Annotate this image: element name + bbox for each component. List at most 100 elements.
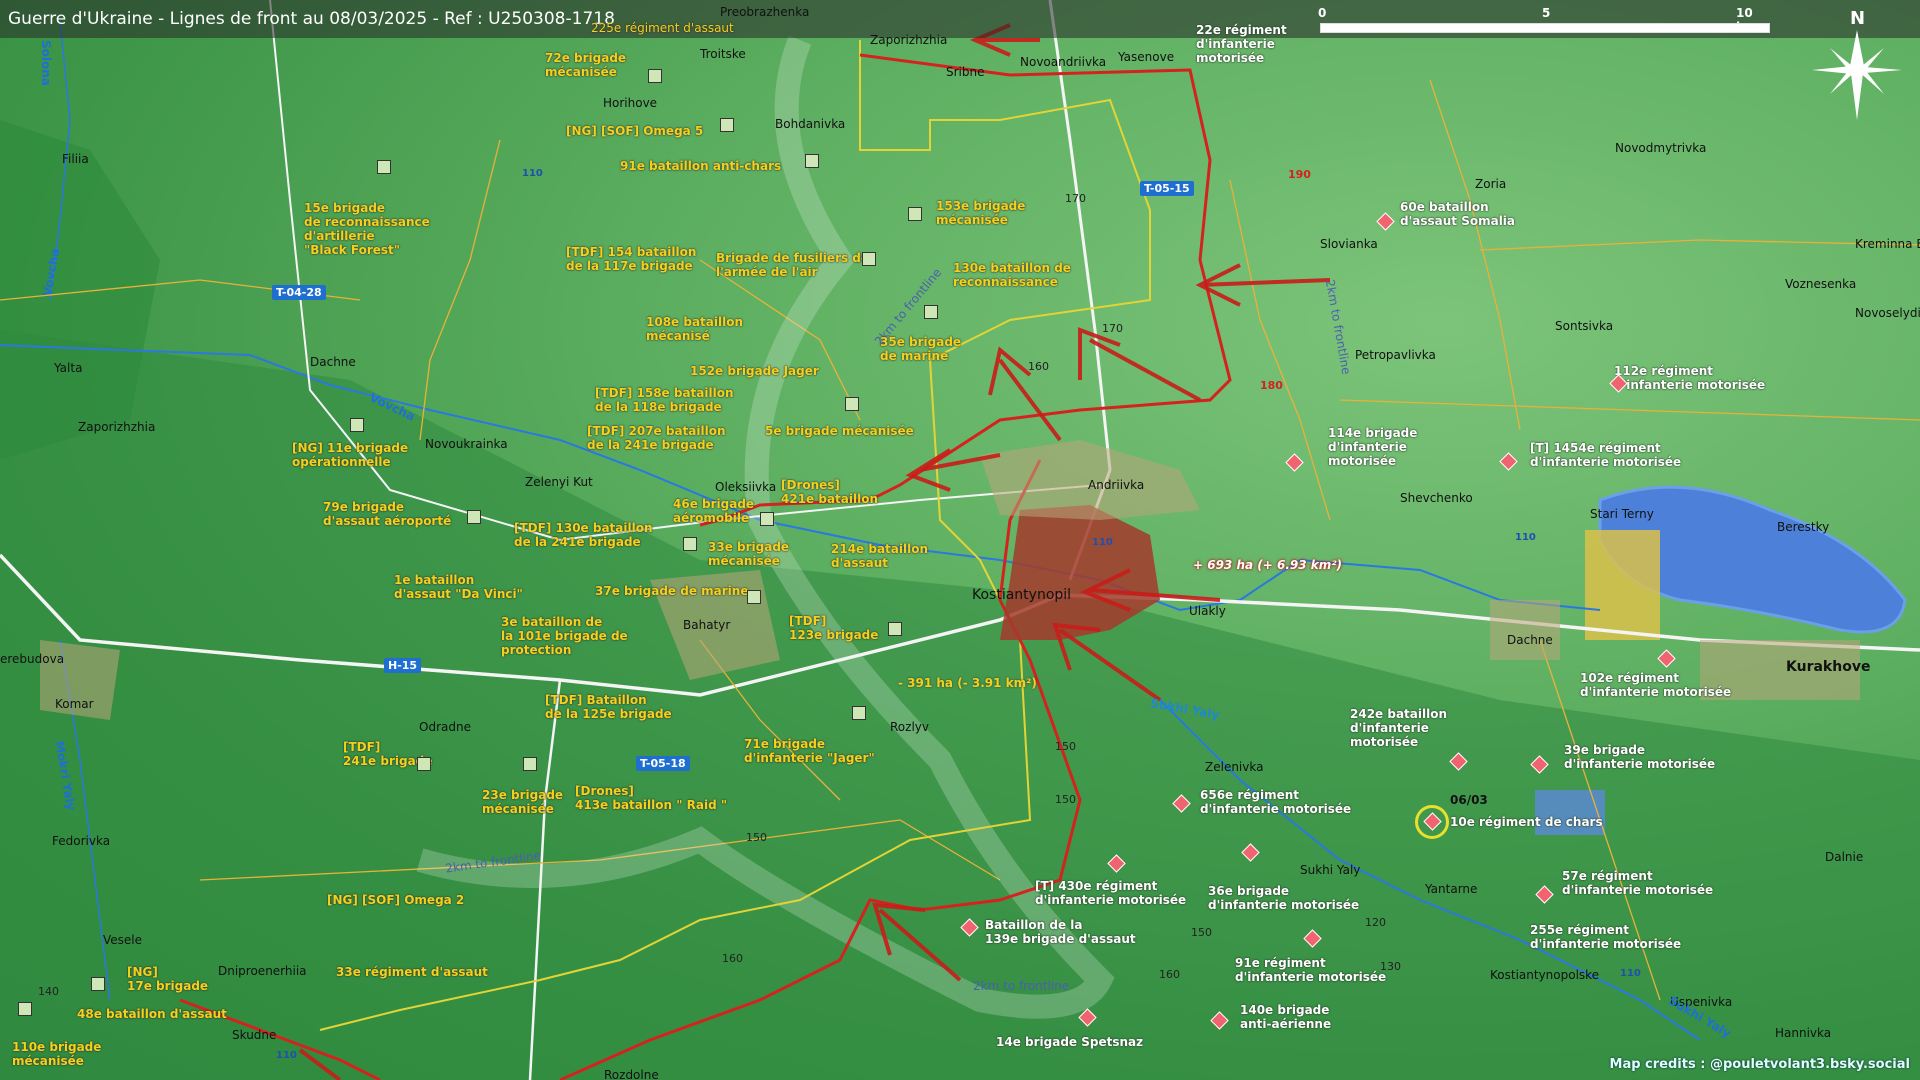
ua-unit-label[interactable]: 153e brigade mécanisée [936, 199, 1025, 227]
ua-unit-symbol[interactable] [924, 305, 938, 319]
ua-unit-symbol[interactable] [91, 977, 105, 991]
place-slovianka[interactable]: Slovianka [1320, 237, 1378, 251]
ua-unit-symbol[interactable] [18, 1002, 32, 1016]
map-canvas[interactable]: Guerre d'Ukraine - Lignes de front au 08… [0, 0, 1920, 1080]
ua-unit-label[interactable]: 72e brigade mécanisée [545, 51, 626, 79]
place-horihove[interactable]: Horihove [603, 96, 657, 110]
place-fedorivka[interactable]: Fedorivka [52, 834, 110, 848]
place-yalta[interactable]: Yalta [54, 361, 82, 375]
ua-unit-label[interactable]: 3e bataillon de la 101e brigade de protect… [501, 615, 628, 657]
place-zelenivka[interactable]: Zelenivka [1205, 760, 1263, 774]
ua-unit-label[interactable]: 15e brigade de reconnaissance d'artillerie… [304, 201, 430, 257]
ua-unit-label[interactable]: [Drones] 413e bataillon " Raid " [575, 784, 727, 812]
place-zoria[interactable]: Zoria [1475, 177, 1506, 191]
place-novoandriivka[interactable]: Novoandriivka [1020, 55, 1106, 69]
place-ulakly[interactable]: Ulakly [1189, 604, 1226, 618]
ru-unit-label[interactable]: 242e bataillon d'infanterie motorisée [1350, 707, 1447, 749]
place-rozlyv[interactable]: Rozlyv [890, 720, 929, 734]
ua-unit-label[interactable]: [TDF] 154 bataillon de la 117e brigade [566, 245, 696, 273]
ua-unit-label[interactable]: Brigade de fusiliers de l'armée de l'air [716, 251, 869, 279]
ua-unit-symbol[interactable] [908, 207, 922, 221]
ru-unit-label[interactable]: 656e régiment d'infanterie motorisée [1200, 788, 1351, 816]
place-oleksiivka[interactable]: Oleksiivka [715, 480, 776, 494]
ua-unit-symbol[interactable] [805, 154, 819, 168]
place-kreminna[interactable]: Kreminna Ba [1855, 237, 1920, 251]
ua-unit-label[interactable]: 35e brigade de marine [880, 335, 961, 363]
place-yasenove[interactable]: Yasenove [1118, 50, 1174, 64]
place-odradne[interactable]: Odradne [419, 720, 471, 734]
ru-unit-label[interactable]: Bataillon de la 139e brigade d'assaut [985, 918, 1136, 946]
ua-unit-label[interactable]: 91e bataillon anti-chars [620, 159, 781, 173]
ua-unit-label[interactable]: 214e bataillon d'assaut [831, 542, 928, 570]
ru-unit-label[interactable]: 112e régiment d'infanterie motorisée [1614, 364, 1765, 392]
ua-unit-label[interactable]: [NG] [SOF] Omega 2 [327, 893, 464, 907]
ua-unit-label[interactable]: 37e brigade de marine [595, 584, 748, 598]
ua-unit-symbol[interactable] [377, 160, 391, 174]
ua-unit-label[interactable]: [Drones] 421e bataillon [781, 478, 878, 506]
ua-unit-label[interactable]: [NG] [SOF] Omega 5 [566, 124, 703, 138]
ua-unit-label[interactable]: 130e bataillon de reconnaissance [953, 261, 1071, 289]
ua-unit-symbol[interactable] [852, 706, 866, 720]
place-filiia[interactable]: Filiia [62, 152, 89, 166]
place-novoselydi[interactable]: Novoselydi [1855, 306, 1920, 320]
ua-unit-symbol[interactable] [862, 252, 876, 266]
place-dachne-east[interactable]: Dachne [1507, 633, 1553, 647]
ua-unit-label[interactable]: 33e brigade mécanisée [708, 540, 789, 568]
ua-unit-symbol[interactable] [888, 622, 902, 636]
ua-unit-label[interactable]: [NG] 11e brigade opérationnelle [292, 441, 408, 469]
ua-unit-symbol[interactable] [648, 69, 662, 83]
place-bahatyr[interactable]: Bahatyr [683, 618, 730, 632]
ua-unit-label[interactable]: 5e brigade mécanisée [765, 424, 914, 438]
ua-unit-symbol[interactable] [417, 757, 431, 771]
ru-unit-label[interactable]: 114e brigade d'infanterie motorisée [1328, 426, 1417, 468]
place-preobrazhenka[interactable]: Preobrazhenka [720, 5, 809, 19]
place-novoukrainka[interactable]: Novoukrainka [425, 437, 508, 451]
place-bohdanivka[interactable]: Bohdanivka [775, 117, 845, 131]
ru-unit-label[interactable]: 22e régiment d'infanterie motorisée [1196, 23, 1287, 65]
place-hannivka[interactable]: Hannivka [1775, 1026, 1831, 1040]
ua-unit-label[interactable]: 108e bataillon mécanisé [646, 315, 743, 343]
ua-unit-label[interactable]: [TDF] 158e bataillon de la 118e brigade [595, 386, 734, 414]
ru-unit-label[interactable]: [T] 430e régiment d'infanterie motorisée [1035, 879, 1186, 907]
place-troitske[interactable]: Troitske [700, 47, 746, 61]
ru-unit-label[interactable]: 36e brigade d'infanterie motorisée [1208, 884, 1359, 912]
ua-unit-label[interactable]: [TDF] Bataillon de la 125e brigade [545, 693, 672, 721]
place-dalnie[interactable]: Dalnie [1825, 850, 1863, 864]
place-sontsivka[interactable]: Sontsivka [1555, 319, 1613, 333]
place-verebudova[interactable]: erebudova [0, 652, 64, 666]
ua-unit-label[interactable]: [TDF] 207e bataillon de la 241e brigade [587, 424, 726, 452]
place-stari-terny[interactable]: Stari Terny [1590, 507, 1654, 521]
place-dniproenerhiia[interactable]: Dniproenerhiia [218, 964, 307, 978]
ru-unit-label[interactable]: 91e régiment d'infanterie motorisée [1235, 956, 1386, 984]
place-kostiantynopil[interactable]: Kostiantynopil [972, 587, 1071, 603]
ua-unit-label[interactable]: 152e brigade Jager [690, 364, 819, 378]
ua-unit-label[interactable]: 71e brigade d'infanterie "Jager" [744, 737, 875, 765]
ua-unit-label[interactable]: 110e brigade mécanisée [12, 1040, 101, 1068]
ru-unit-label[interactable]: 255e régiment d'infanterie motorisée [1530, 923, 1681, 951]
ua-unit-label[interactable]: 1e bataillon d'assaut "Da Vinci" [394, 573, 523, 601]
ua-unit-symbol[interactable] [747, 590, 761, 604]
ru-unit-label[interactable]: 57e régiment d'infanterie motorisée [1562, 869, 1713, 897]
place-yantarne[interactable]: Yantarne [1425, 882, 1477, 896]
place-sukhi-yaly[interactable]: Sukhi Yaly [1300, 863, 1360, 877]
place-kurakhove[interactable]: Kurakhove [1786, 659, 1870, 675]
ua-unit-symbol[interactable] [350, 418, 364, 432]
place-shevchenko[interactable]: Shevchenko [1400, 491, 1473, 505]
place-rozdolne[interactable]: Rozdolne [604, 1068, 659, 1080]
place-novodmytrivka[interactable]: Novodmytrivka [1615, 141, 1706, 155]
place-voznesenka[interactable]: Voznesenka [1785, 277, 1856, 291]
place-andriivka[interactable]: Andriivka [1088, 478, 1144, 492]
place-skudne[interactable]: Skudne [232, 1028, 276, 1042]
place-zelenyi-kut[interactable]: Zelenyi Kut [525, 475, 593, 489]
ru-unit-label[interactable]: 39e brigade d'infanterie motorisée [1564, 743, 1715, 771]
ua-unit-label[interactable]: [TDF] 130e bataillon de la 241e brigade [514, 521, 653, 549]
place-berestky[interactable]: Berestky [1777, 520, 1829, 534]
ua-unit-label[interactable]: 23e brigade mécanisée [482, 788, 563, 816]
ua-unit-symbol[interactable] [720, 118, 734, 132]
place-komar[interactable]: Komar [55, 697, 94, 711]
ua-unit-label[interactable]: 33e régiment d'assaut [336, 965, 488, 979]
ua-unit-symbol[interactable] [845, 397, 859, 411]
ua-unit-label[interactable]: 46e brigade aéromobile [673, 497, 754, 525]
place-dachne-west[interactable]: Dachne [310, 355, 356, 369]
place-petropavlivka[interactable]: Petropavlivka [1355, 348, 1436, 362]
